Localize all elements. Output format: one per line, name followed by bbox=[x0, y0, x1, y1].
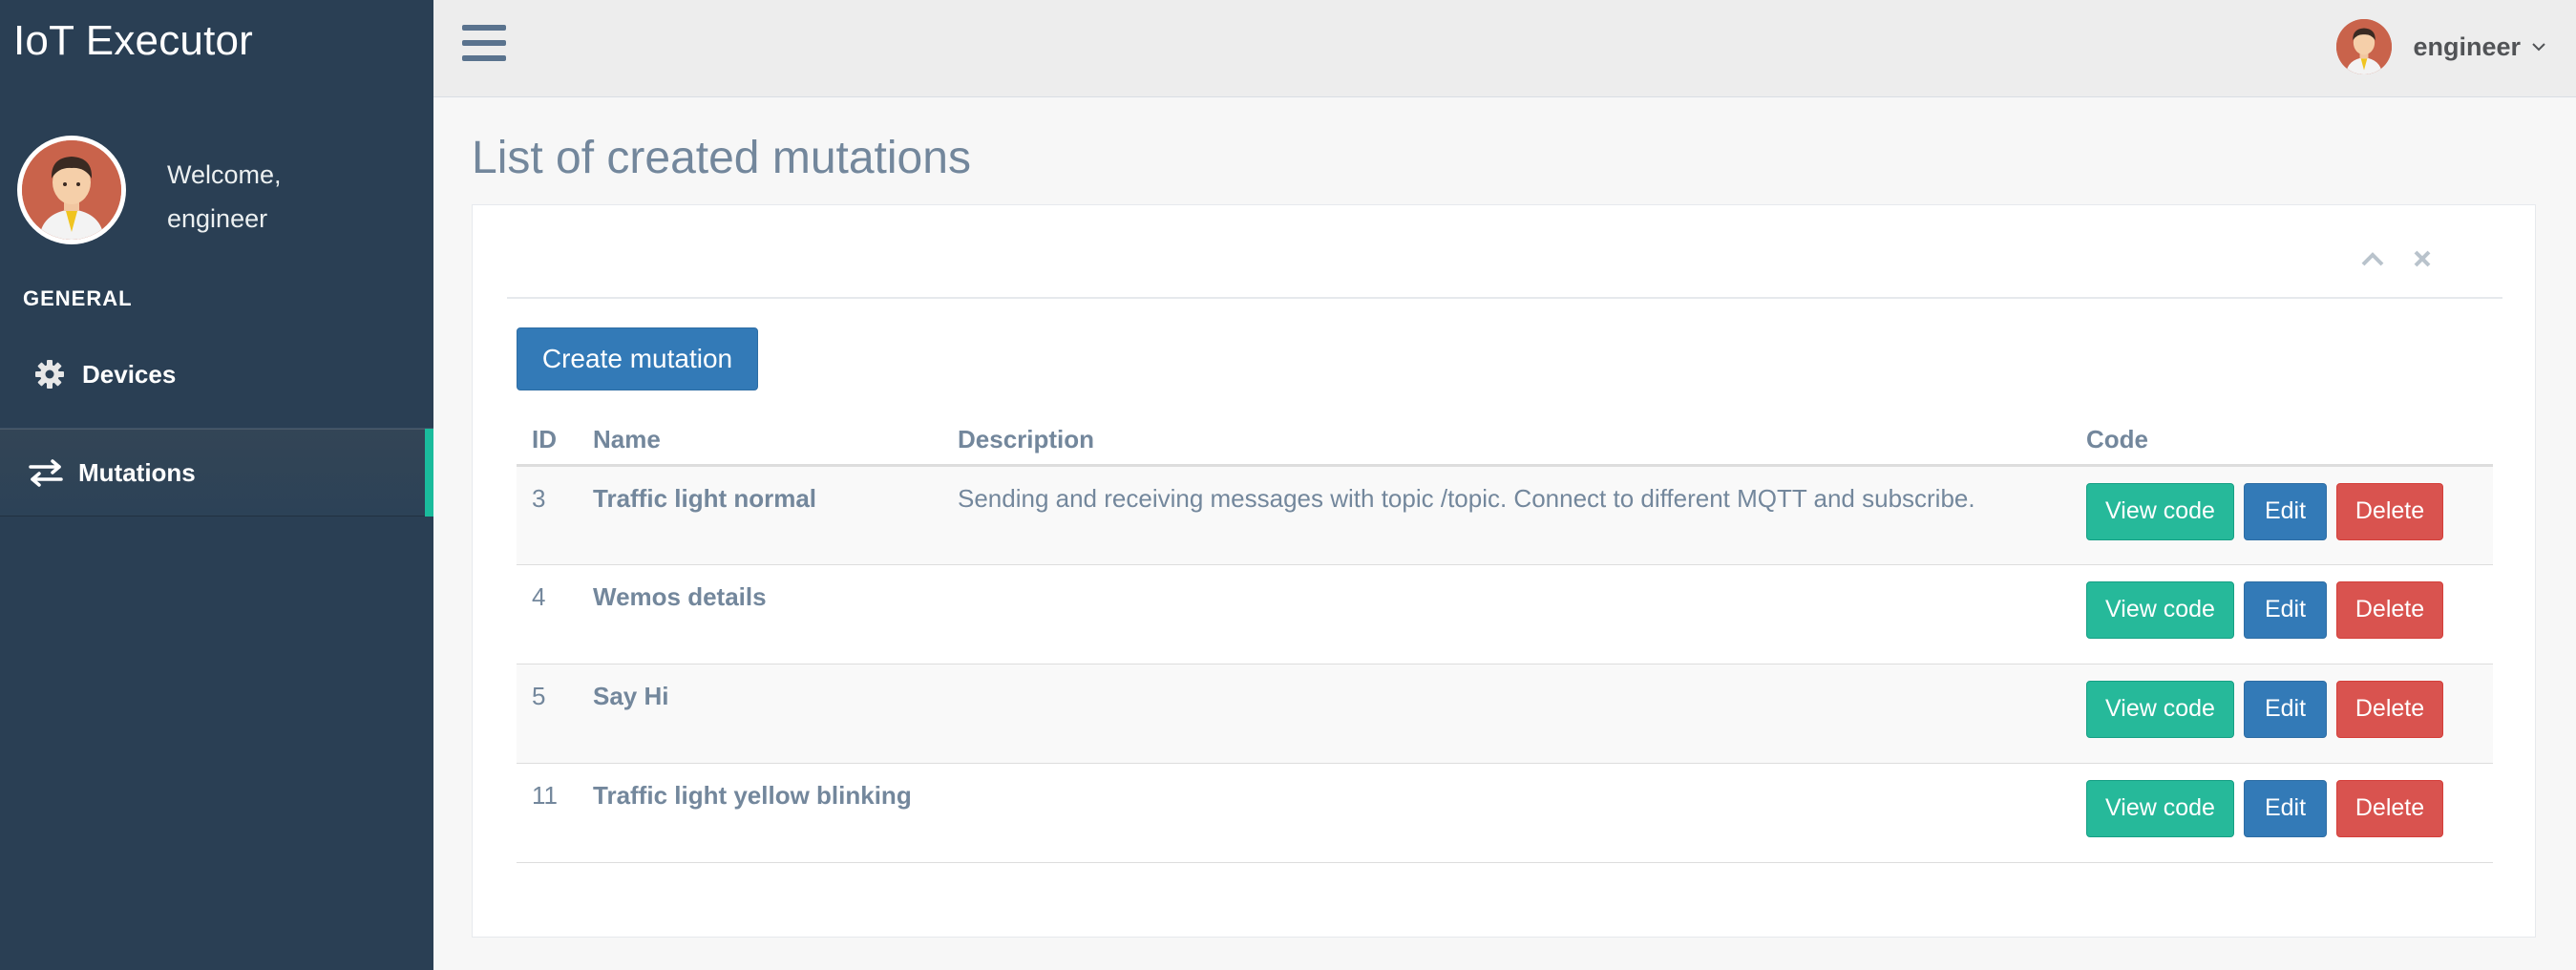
sidebar: IoT Executor Welcome, engineer GENERAL D… bbox=[0, 0, 433, 970]
welcome-text: Welcome, bbox=[167, 160, 282, 189]
cell-id: 5 bbox=[517, 664, 578, 764]
cell-id: 3 bbox=[517, 465, 578, 565]
cell-description bbox=[942, 664, 2071, 764]
view-code-button[interactable]: View code bbox=[2086, 779, 2234, 837]
edit-button[interactable]: Edit bbox=[2244, 779, 2327, 837]
cell-description bbox=[942, 564, 2071, 664]
menu-toggle-icon[interactable] bbox=[462, 25, 506, 65]
panel-toolbox bbox=[2359, 245, 2436, 272]
cell-actions: View code Edit Delete bbox=[2071, 564, 2493, 664]
view-code-button[interactable]: View code bbox=[2086, 482, 2234, 540]
table-row: 4 Wemos details View code Edit Delete bbox=[517, 564, 2493, 664]
mutations-table: ID Name Description Code 3 Traffic light… bbox=[517, 415, 2493, 863]
mutations-panel: Create mutation ID Name Description Code… bbox=[472, 204, 2536, 938]
cell-name: Traffic light yellow blinking bbox=[578, 763, 942, 863]
cell-name: Traffic light normal bbox=[578, 465, 942, 565]
view-code-button[interactable]: View code bbox=[2086, 580, 2234, 639]
edit-button[interactable]: Edit bbox=[2244, 680, 2327, 738]
exchange-icon bbox=[27, 453, 65, 492]
sidebar-item-label: Mutations bbox=[78, 457, 196, 487]
table-row: 3 Traffic light normal Sending and recei… bbox=[517, 465, 2493, 565]
app-title[interactable]: IoT Executor bbox=[13, 17, 253, 65]
sidebar-item-devices[interactable]: Devices bbox=[0, 330, 433, 418]
edit-button[interactable]: Edit bbox=[2244, 482, 2327, 540]
cell-actions: View code Edit Delete bbox=[2071, 664, 2493, 764]
cell-id: 4 bbox=[517, 564, 578, 664]
cell-description: Sending and receiving messages with topi… bbox=[942, 465, 2071, 565]
chevron-down-icon bbox=[2530, 38, 2547, 55]
create-mutation-button[interactable]: Create mutation bbox=[517, 327, 758, 390]
cell-description bbox=[942, 763, 2071, 863]
top-navbar: engineer bbox=[433, 0, 2576, 97]
delete-button[interactable]: Delete bbox=[2336, 680, 2443, 738]
close-icon[interactable] bbox=[2409, 245, 2436, 272]
profile-avatar bbox=[17, 136, 126, 244]
cell-actions: View code Edit Delete bbox=[2071, 465, 2493, 565]
cell-name: Say Hi bbox=[578, 664, 942, 764]
column-header-description: Description bbox=[942, 415, 2071, 467]
column-header-id: ID bbox=[517, 415, 578, 467]
avatar bbox=[2336, 19, 2393, 74]
column-header-code: Code bbox=[2071, 415, 2493, 467]
delete-button[interactable]: Delete bbox=[2336, 779, 2443, 837]
profile-info: Welcome, engineer bbox=[167, 153, 282, 241]
cell-name: Wemos details bbox=[578, 564, 942, 664]
delete-button[interactable]: Delete bbox=[2336, 580, 2443, 639]
section-title-general: GENERAL bbox=[23, 286, 133, 310]
table-row: 5 Say Hi View code Edit Delete bbox=[517, 664, 2493, 764]
cell-id: 11 bbox=[517, 763, 578, 863]
table-header-row: ID Name Description Code bbox=[517, 415, 2493, 467]
view-code-button[interactable]: View code bbox=[2086, 680, 2234, 738]
edit-button[interactable]: Edit bbox=[2244, 580, 2327, 639]
user-menu[interactable]: engineer bbox=[2336, 19, 2547, 74]
user-name: engineer bbox=[2413, 32, 2521, 61]
profile-username: engineer bbox=[167, 204, 268, 233]
table-row: 11 Traffic light yellow blinking View co… bbox=[517, 763, 2493, 863]
sidebar-item-label: Devices bbox=[82, 359, 177, 389]
page-title: List of created mutations bbox=[472, 133, 971, 183]
column-header-name: Name bbox=[578, 415, 942, 467]
gear-icon bbox=[31, 355, 69, 393]
sidebar-item-mutations[interactable]: Mutations bbox=[0, 429, 433, 517]
cell-actions: View code Edit Delete bbox=[2071, 763, 2493, 863]
delete-button[interactable]: Delete bbox=[2336, 482, 2443, 540]
chevron-up-icon[interactable] bbox=[2359, 245, 2386, 272]
divider bbox=[507, 297, 2502, 299]
